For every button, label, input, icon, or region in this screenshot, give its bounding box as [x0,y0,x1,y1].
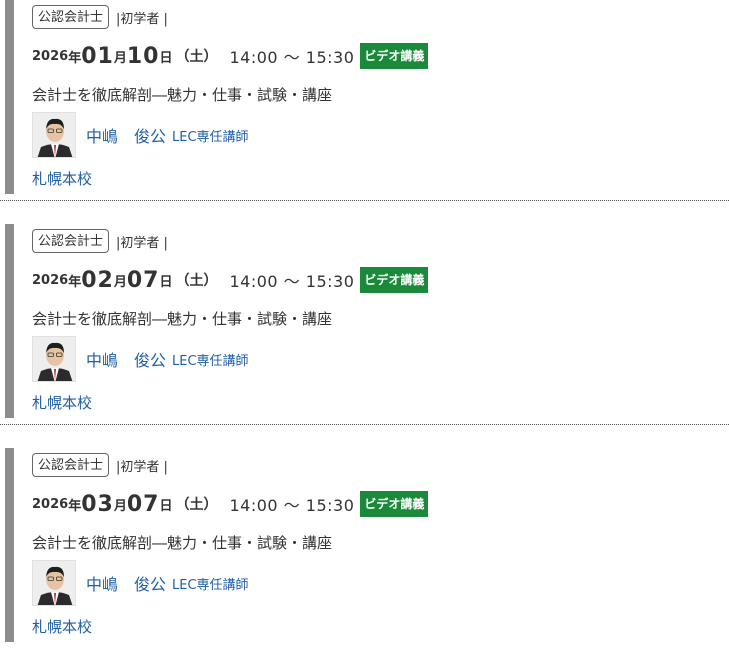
divider [0,200,729,201]
date-year: 2026 [32,48,69,64]
level-label: |初学者 | [116,235,168,251]
divider [0,424,729,425]
date-day-suffix: 日 [159,274,173,290]
event-title: 会計士を徹底解剖―魅力・仕事・試験・講座 [32,310,333,328]
category-row: 公認会計士 |初学者 | [32,4,168,30]
lecturer-name-link[interactable]: 中嶋 俊公 [86,571,166,595]
date-day-suffix: 日 [159,498,173,514]
date-month-suffix: 月 [113,50,127,66]
event-time: 14:00 ～ 15:30 [229,48,355,67]
category-row: 公認会計士 |初学者 | [32,452,168,478]
date-year: 2026 [32,496,69,512]
lecturer-avatar[interactable] [32,112,76,158]
level-label: |初学者 | [116,459,168,475]
date-month-suffix: 月 [113,274,127,290]
school-link[interactable]: 札幌本校 [32,168,92,189]
category-badge: 公認会計士 [32,229,110,253]
event-item: 公認会計士 |初学者 | 2026 年 02 月 07 日 （土） 14:00 … [0,224,729,448]
date-day: 07 [126,491,160,517]
date-year: 2026 [32,272,69,288]
lecturer-photo-icon [33,337,75,381]
category-badge: 公認会計士 [32,453,110,477]
video-lecture-badge: ビデオ講義 [360,267,429,293]
date-month-suffix: 月 [113,498,127,514]
date-month: 01 [81,43,114,69]
date-year-suffix: 年 [68,498,82,514]
event-accent-bar [5,0,14,194]
date-day-suffix: 日 [159,50,173,66]
date-weekday: （土） [175,49,218,65]
date-month: 02 [81,267,114,293]
event-accent-bar [5,448,14,642]
event-item: 公認会計士 |初学者 | 2026 年 03 月 07 日 （土） 14:00 … [0,448,729,672]
date-year-suffix: 年 [68,274,82,290]
event-time: 14:00 ～ 15:30 [229,496,355,515]
event-item: 公認会計士 |初学者 | 2026 年 01 月 10 日 （土） 14:00 … [0,0,729,224]
lecturer-photo-icon [33,561,75,605]
video-lecture-badge: ビデオ講義 [360,43,429,69]
lecturer-role: LEC専任講師 [172,129,249,145]
event-date: 2026 年 02 月 07 日 （土） 14:00 ～ 15:30 ビデオ講義 [32,264,429,296]
date-weekday: （土） [175,497,218,513]
category-row: 公認会計士 |初学者 | [32,228,168,254]
lecturer-avatar[interactable] [32,336,76,382]
lecturer-name-link[interactable]: 中嶋 俊公 [86,123,166,147]
date-year-suffix: 年 [68,50,82,66]
event-accent-bar [5,224,14,418]
lecturer-avatar[interactable] [32,560,76,606]
event-date: 2026 年 03 月 07 日 （土） 14:00 ～ 15:30 ビデオ講義 [32,488,429,520]
lecturer-role: LEC専任講師 [172,577,249,593]
lecturer-photo-icon [33,113,75,157]
event-date: 2026 年 01 月 10 日 （土） 14:00 ～ 15:30 ビデオ講義 [32,40,429,72]
level-label: |初学者 | [116,11,168,27]
school-link[interactable]: 札幌本校 [32,616,92,637]
event-title: 会計士を徹底解剖―魅力・仕事・試験・講座 [32,86,333,104]
date-weekday: （土） [175,273,218,289]
lecturer-row: 中嶋 俊公 LEC専任講師 [32,112,249,158]
lecturer-name-link[interactable]: 中嶋 俊公 [86,347,166,371]
lecturer-row: 中嶋 俊公 LEC専任講師 [32,560,249,606]
lecturer-row: 中嶋 俊公 LEC専任講師 [32,336,249,382]
date-day: 07 [126,267,160,293]
lecturer-role: LEC専任講師 [172,353,249,369]
date-month: 03 [81,491,114,517]
category-badge: 公認会計士 [32,5,110,29]
event-title: 会計士を徹底解剖―魅力・仕事・試験・講座 [32,534,333,552]
school-link[interactable]: 札幌本校 [32,392,92,413]
video-lecture-badge: ビデオ講義 [360,491,429,517]
event-time: 14:00 ～ 15:30 [229,272,355,291]
date-day: 10 [126,43,160,69]
